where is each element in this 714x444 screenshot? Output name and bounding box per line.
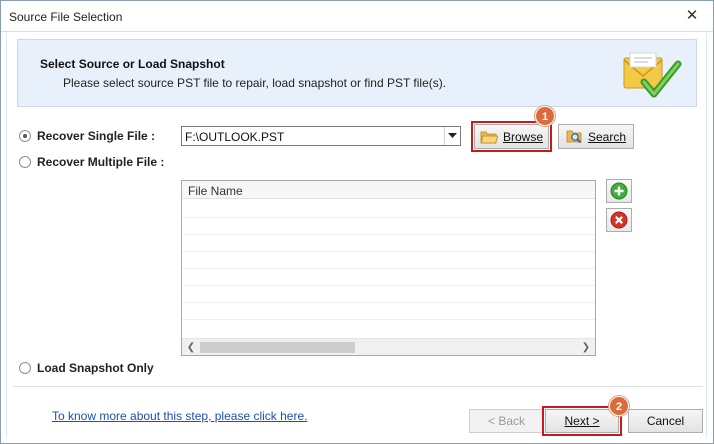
next-button[interactable]: Next > <box>542 406 622 436</box>
search-folder-icon <box>566 130 582 144</box>
add-file-button[interactable] <box>606 179 632 203</box>
recover-multiple-file-label: Recover Multiple File : <box>37 155 165 169</box>
search-button[interactable]: Search <box>558 124 634 149</box>
recover-single-file-option[interactable]: Recover Single File : <box>19 129 155 143</box>
search-button-label: Search <box>587 129 627 144</box>
pst-path-combo[interactable]: F:\OUTLOOK.PST <box>181 126 461 146</box>
title-bar: Source File Selection ✕ <box>1 1 713 32</box>
grid-row-line <box>182 217 595 218</box>
next-button-label: Next > <box>564 414 600 428</box>
grid-row-line <box>182 285 595 286</box>
x-circle-icon <box>610 211 628 229</box>
load-snapshot-label: Load Snapshot Only <box>37 361 154 375</box>
load-snapshot-radio[interactable] <box>19 362 31 374</box>
back-button[interactable]: < Back <box>469 409 544 433</box>
file-list-grid[interactable]: File Name ❮ ❯ <box>181 180 596 356</box>
envelope-check-icon <box>623 52 682 98</box>
browse-button-label: Browse <box>502 129 543 144</box>
remove-file-button[interactable] <box>606 208 632 232</box>
recover-multiple-file-option[interactable]: Recover Multiple File : <box>19 155 164 169</box>
pst-path-value: F:\OUTLOOK.PST <box>185 130 285 144</box>
recover-single-file-label: Recover Single File : <box>37 129 156 143</box>
grid-row-line <box>182 302 595 303</box>
close-icon[interactable]: ✕ <box>683 7 701 25</box>
grid-row-line <box>182 319 595 320</box>
horizontal-scrollbar[interactable]: ❮ ❯ <box>182 338 595 355</box>
grid-row-line <box>182 234 595 235</box>
scroll-right-icon[interactable]: ❯ <box>578 340 594 355</box>
back-button-label: < Back <box>487 414 526 428</box>
window-title: Source File Selection <box>9 10 123 24</box>
step-2-callout: 2 <box>609 396 629 416</box>
banner-heading: Select Source or Load Snapshot <box>40 57 225 71</box>
grid-row-line <box>182 251 595 252</box>
step-1-callout: 1 <box>535 106 555 126</box>
plus-circle-icon <box>610 182 628 200</box>
recover-single-file-radio[interactable] <box>19 130 31 142</box>
header-banner: Select Source or Load Snapshot Please se… <box>17 39 697 107</box>
browse-button[interactable]: Browse <box>471 121 552 152</box>
dialog-content: Select Source or Load Snapshot Please se… <box>6 33 707 438</box>
grid-row-line <box>182 268 595 269</box>
chevron-down-icon[interactable] <box>444 127 460 145</box>
help-link[interactable]: To know more about this step, please cli… <box>52 409 307 423</box>
recover-multiple-file-radio[interactable] <box>19 156 31 168</box>
cancel-button[interactable]: Cancel <box>628 409 703 433</box>
cancel-button-label: Cancel <box>646 414 685 428</box>
load-snapshot-option[interactable]: Load Snapshot Only <box>19 361 154 375</box>
scroll-left-icon[interactable]: ❮ <box>183 340 199 355</box>
source-file-selection-dialog: Source File Selection ✕ Select Source or… <box>0 0 714 444</box>
footer-divider <box>13 386 703 387</box>
banner-subtitle: Please select source PST file to repair,… <box>63 76 447 90</box>
scroll-thumb[interactable] <box>200 342 355 353</box>
folder-open-icon <box>480 131 498 143</box>
file-name-column-header[interactable]: File Name <box>182 181 595 199</box>
file-name-header-label: File Name <box>188 184 243 198</box>
